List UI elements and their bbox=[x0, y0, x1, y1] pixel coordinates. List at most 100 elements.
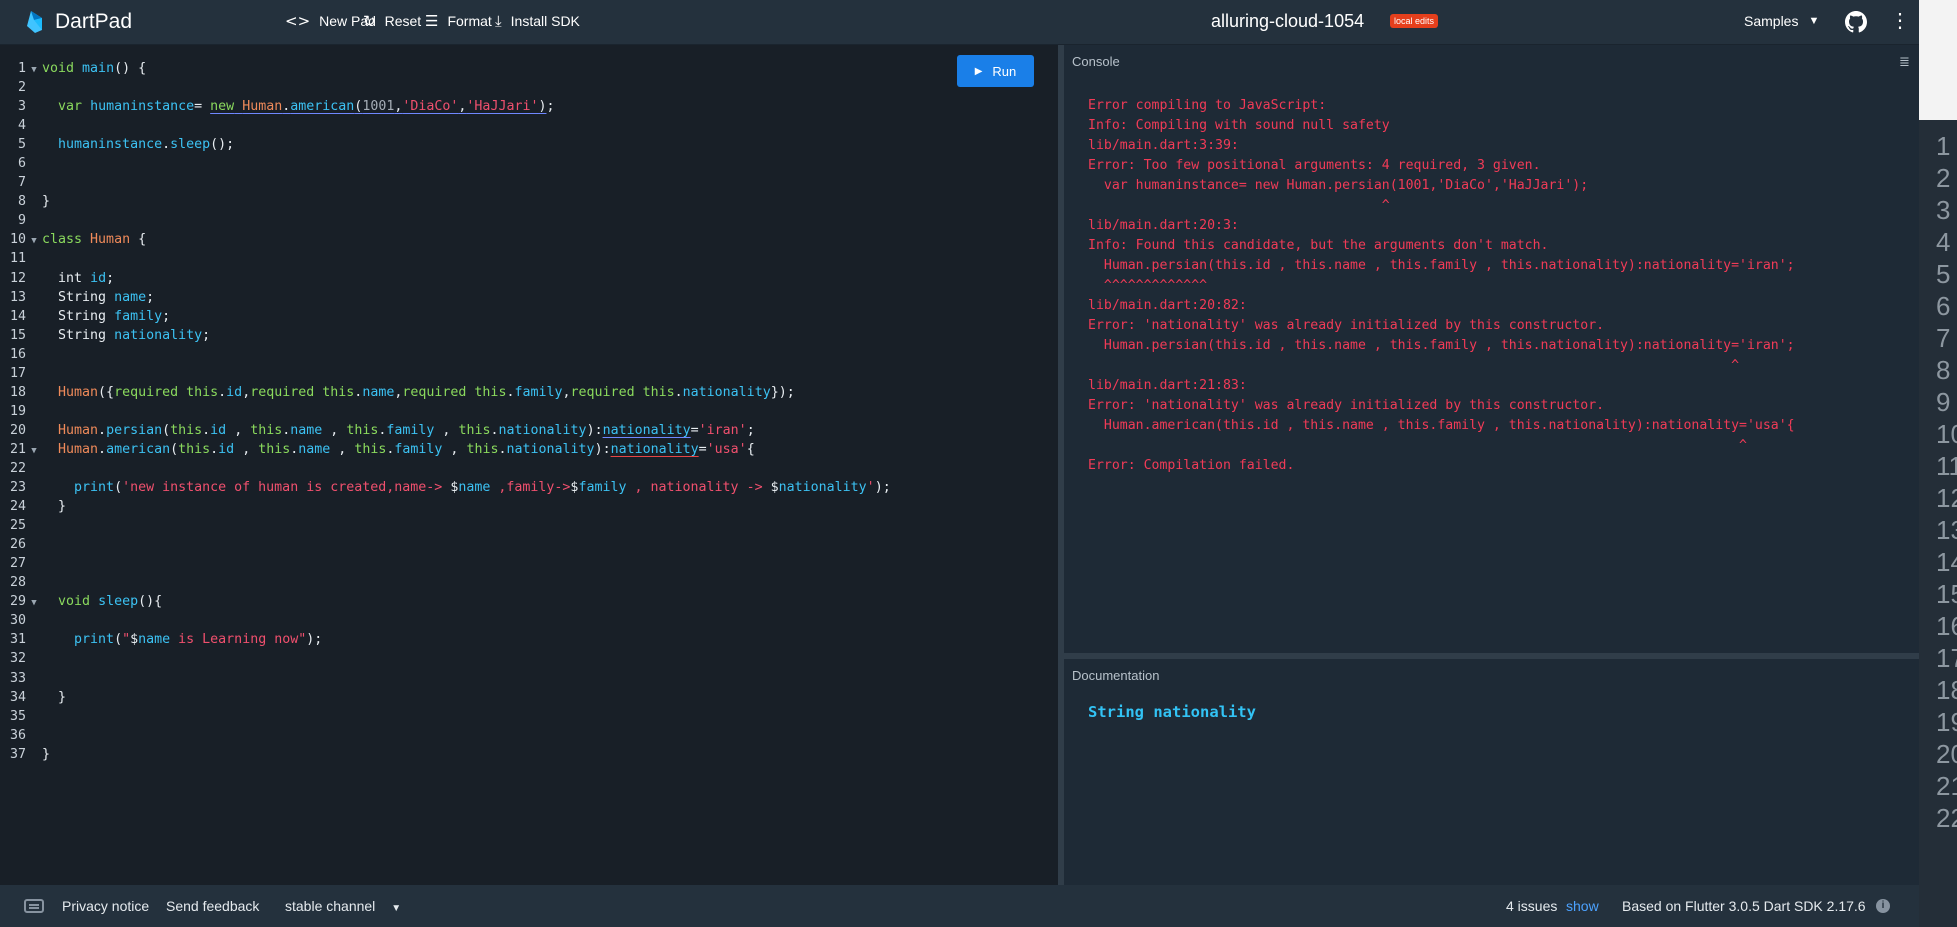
background-line-number: 8 bbox=[1936, 355, 1951, 385]
console-panel: Console ≣ Error compiling to JavaScript:… bbox=[1064, 45, 1919, 653]
background-window-strip: 12345678910111213141516171819202122 bbox=[1919, 0, 1957, 927]
code-lines[interactable]: 1 ▼ void main() { 2 3 var humaninstance= n… bbox=[0, 59, 891, 764]
code-line: 13 String name; bbox=[9, 289, 155, 305]
console-line: var humaninstance= new Human.persian(100… bbox=[1088, 178, 1589, 193]
pad-title[interactable]: alluring-cloud-1054 bbox=[1211, 11, 1364, 32]
code-line: 18 Human({required this.id,required this… bbox=[9, 384, 795, 400]
background-line-number: 4 bbox=[1936, 227, 1951, 257]
run-button[interactable]: ▶ Run bbox=[957, 55, 1034, 87]
code-editor[interactable]: 1 ▼ void main() { 2 3 var humaninstance= n… bbox=[0, 45, 1058, 885]
console-line: Human.american(this.id , this.name , thi… bbox=[1088, 418, 1795, 433]
dartpad-logo[interactable]: DartPad bbox=[25, 10, 132, 34]
local-edits-badge: local edits bbox=[1390, 14, 1439, 28]
code-line: 9 bbox=[17, 213, 26, 229]
format-label: Format bbox=[447, 13, 492, 29]
refresh-icon: ↻ bbox=[363, 12, 376, 30]
background-line-number: 10 bbox=[1936, 419, 1957, 449]
background-line-number: 16 bbox=[1936, 611, 1957, 641]
code-line: 14 String family; bbox=[9, 308, 171, 324]
install-sdk-button[interactable]: ⤓ Install SDK bbox=[495, 12, 580, 30]
channel-dropdown[interactable]: stable channel ▼ bbox=[285, 898, 401, 914]
channel-label: stable channel bbox=[285, 898, 376, 914]
console-line: lib/main.dart:21:83: bbox=[1088, 378, 1247, 393]
background-line-number: 20 bbox=[1936, 739, 1957, 769]
documentation-panel: Documentation String nationality bbox=[1064, 659, 1919, 885]
chevron-down-icon: ▼ bbox=[391, 903, 402, 914]
privacy-notice-link[interactable]: Privacy notice bbox=[62, 898, 149, 914]
console-line: ^^^^^^^^^^^^^ bbox=[1088, 278, 1208, 293]
background-line-number: 13 bbox=[1936, 515, 1957, 545]
console-line: lib/main.dart:3:39: bbox=[1088, 138, 1239, 153]
background-line-number: 15 bbox=[1936, 579, 1957, 609]
code-line: 28 bbox=[9, 575, 26, 591]
console-line: Error: Too few positional arguments: 4 r… bbox=[1088, 158, 1541, 173]
console-line: Error compiling to JavaScript: bbox=[1088, 98, 1327, 113]
console-line: Error: Compilation failed. bbox=[1088, 458, 1295, 473]
app-name: DartPad bbox=[55, 10, 133, 33]
code-line: 10 ▼ class Human { bbox=[9, 232, 147, 248]
code-line: 8} bbox=[17, 194, 51, 210]
background-line-number: 2 bbox=[1936, 163, 1951, 193]
play-icon: ▶ bbox=[974, 65, 983, 77]
more-vert-icon[interactable]: ⋮ bbox=[1890, 10, 1910, 32]
background-window-top bbox=[1919, 0, 1957, 120]
background-line-number: 21 bbox=[1936, 771, 1957, 801]
clear-console-icon[interactable]: ≣ bbox=[1899, 54, 1910, 70]
console-line: Info: Found this candidate, but the argu… bbox=[1088, 238, 1549, 253]
background-line-number: 11 bbox=[1936, 451, 1957, 481]
console-line: Human.persian(this.id , this.name , this… bbox=[1088, 338, 1795, 353]
background-line-number: 22 bbox=[1936, 803, 1957, 833]
code-line: 2 bbox=[17, 80, 26, 96]
code-line: 1 ▼ void main() { bbox=[17, 61, 147, 76]
format-button[interactable]: ☰ Format bbox=[425, 12, 492, 30]
send-feedback-link[interactable]: Send feedback bbox=[166, 898, 259, 914]
github-icon[interactable] bbox=[1845, 11, 1867, 33]
code-line: 23 print('new instance of human is creat… bbox=[9, 480, 891, 496]
reset-button[interactable]: ↻ Reset bbox=[363, 12, 421, 30]
code-line: 24 } bbox=[9, 499, 67, 515]
code-line: 30 bbox=[9, 613, 26, 629]
code-line: 27 bbox=[9, 556, 26, 572]
code-line: 20 Human.persian(this.id , this.name , t… bbox=[9, 422, 755, 438]
code-line: 32 bbox=[9, 651, 26, 667]
console-line: Error: 'nationality' was already initial… bbox=[1088, 398, 1605, 413]
code-line: 37} bbox=[9, 746, 51, 762]
app-header: DartPad <> New Pad ↻ Reset ☰ Format ⤓ In… bbox=[0, 0, 1957, 45]
code-line: 19 bbox=[9, 403, 26, 419]
show-issues-link[interactable]: show bbox=[1566, 898, 1599, 914]
background-line-numbers: 12345678910111213141516171819202122 bbox=[1936, 130, 1957, 834]
issues-count: 4 issues bbox=[1506, 898, 1558, 914]
console-line: Info: Compiling with sound null safety bbox=[1088, 118, 1390, 133]
code-line: 7 bbox=[17, 175, 26, 191]
background-line-number: 17 bbox=[1936, 643, 1957, 673]
code-line: 21 ▼ Human.american(this.id , this.name ,… bbox=[9, 441, 755, 457]
code-line: 16 bbox=[9, 346, 26, 362]
console-line: Human.persian(this.id , this.name , this… bbox=[1088, 258, 1795, 273]
code-line: 11 bbox=[9, 251, 26, 267]
keyboard-icon[interactable] bbox=[24, 899, 44, 913]
background-line-number: 14 bbox=[1936, 547, 1957, 577]
background-line-number: 19 bbox=[1936, 707, 1957, 737]
samples-dropdown[interactable]: Samples ▼ bbox=[1744, 13, 1819, 29]
code-line: 22 bbox=[9, 460, 26, 476]
code-line: 3 var humaninstance= new Human.american(… bbox=[17, 99, 555, 115]
documentation-title: Documentation bbox=[1072, 668, 1160, 683]
reset-label: Reset bbox=[384, 13, 422, 29]
run-label: Run bbox=[992, 63, 1017, 79]
background-line-number: 12 bbox=[1936, 483, 1957, 513]
code-line: 31 print("$name is Learning now"); bbox=[9, 632, 323, 648]
app-footer: Privacy notice Send feedback stable chan… bbox=[0, 885, 1919, 927]
sdk-version: Based on Flutter 3.0.5 Dart SDK 2.17.6 bbox=[1622, 898, 1866, 914]
info-icon[interactable]: i bbox=[1876, 899, 1890, 913]
console-line: lib/main.dart:20:82: bbox=[1088, 298, 1247, 313]
code-line: 4 bbox=[17, 118, 26, 134]
samples-label: Samples bbox=[1744, 13, 1799, 29]
console-line: ^ bbox=[1088, 438, 1747, 453]
background-line-number: 18 bbox=[1936, 675, 1957, 705]
console-output: Error compiling to JavaScript: Info: Comp… bbox=[1088, 96, 1795, 476]
code-line: 29 ▼ void sleep(){ bbox=[9, 594, 163, 610]
download-icon: ⤓ bbox=[495, 12, 502, 30]
code-line: 6 bbox=[17, 156, 26, 172]
console-line: Error: 'nationality' was already initial… bbox=[1088, 318, 1605, 333]
code-line: 15 String nationality; bbox=[9, 327, 211, 343]
